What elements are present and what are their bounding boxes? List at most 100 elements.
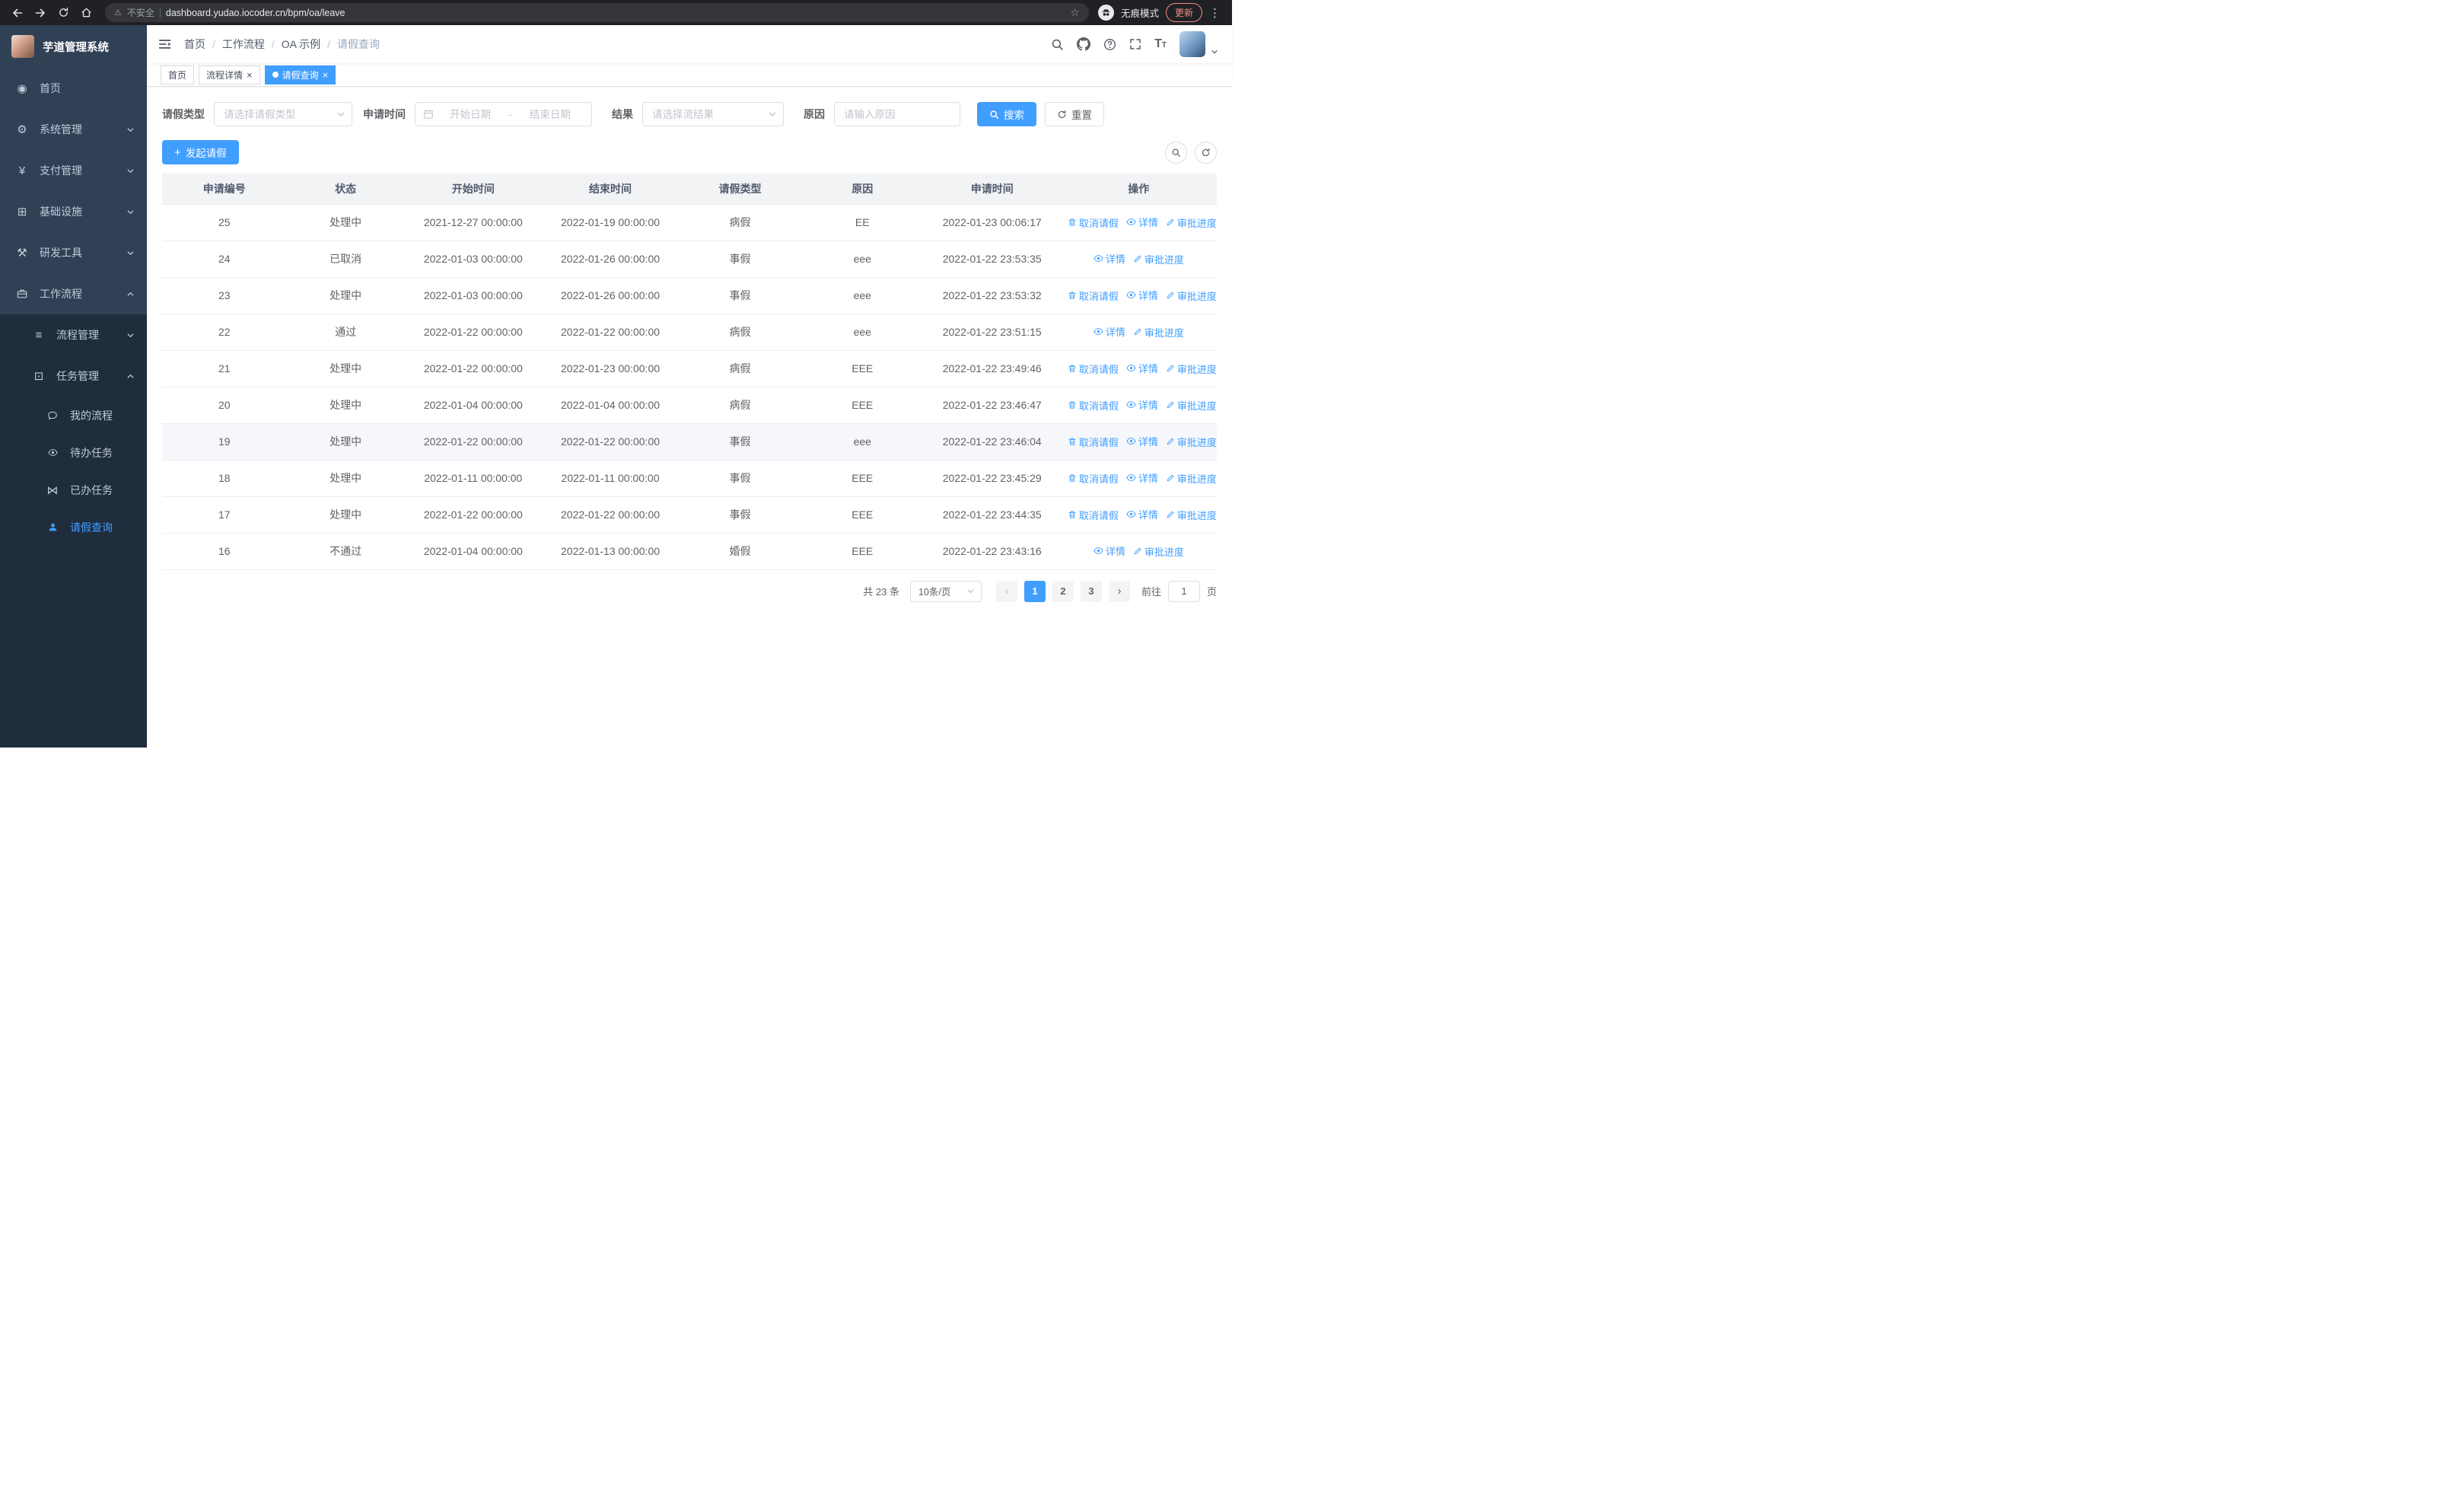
avatar[interactable]	[1179, 31, 1205, 57]
reset-button-label: 重置	[1071, 110, 1092, 121]
sidebar-item-task-mgmt[interactable]: ⊡ 任务管理	[0, 355, 147, 397]
op-progress-link[interactable]: 审批进度	[1133, 252, 1184, 266]
sidebar-item-workflow[interactable]: 工作流程	[0, 273, 147, 314]
fullscreen-icon[interactable]	[1129, 38, 1141, 50]
sidebar-item-infra[interactable]: ⊞ 基础设施	[0, 191, 147, 232]
next-page-button[interactable]: ›	[1108, 580, 1130, 602]
page-button-1[interactable]: 1	[1023, 580, 1046, 602]
goto-page-input[interactable]	[1167, 580, 1200, 602]
op-cancel-link[interactable]: 取消请假	[1068, 508, 1119, 522]
sidebar-item-system[interactable]: ⚙ 系统管理	[0, 109, 147, 150]
op-detail-label: 详情	[1138, 363, 1158, 375]
cell-application-id: 20	[162, 387, 287, 424]
op-cancel-link[interactable]: 取消请假	[1068, 215, 1119, 230]
cell-apply-time: 2022-01-22 23:43:16	[923, 533, 1061, 570]
op-progress-link[interactable]: 审批进度	[1166, 471, 1217, 486]
cell-end-time: 2022-01-23 00:00:00	[541, 350, 680, 387]
sidebar-item-done-task[interactable]: ⋈ 已办任务	[0, 471, 147, 508]
chevron-down-icon	[336, 110, 345, 119]
address-bar[interactable]: ⚠ 不安全 dashboard.yudao.iocoder.cn/bpm/oa/…	[105, 3, 1089, 22]
op-cancel-link[interactable]: 取消请假	[1068, 471, 1119, 486]
op-detail-link[interactable]: 详情	[1094, 324, 1125, 339]
sidebar-item-devtools[interactable]: ⚒ 研发工具	[0, 232, 147, 273]
cell-end-time: 2022-01-22 00:00:00	[541, 314, 680, 351]
browser-menu-icon[interactable]: ⋮	[1209, 6, 1223, 20]
result-label: 结果	[612, 108, 633, 120]
op-cancel-link[interactable]: 取消请假	[1068, 398, 1119, 413]
cell-end-time: 2022-01-26 00:00:00	[541, 277, 680, 314]
op-progress-link[interactable]: 审批进度	[1133, 325, 1184, 339]
page-button-3[interactable]: 3	[1080, 580, 1102, 602]
close-icon[interactable]: ×	[247, 70, 253, 80]
sidebar-item-payment[interactable]: ¥ 支付管理	[0, 150, 147, 191]
sidebar-toggle-icon[interactable]	[158, 37, 172, 51]
bookmark-star-icon[interactable]: ☆	[1070, 6, 1080, 19]
op-progress-label: 审批进度	[1176, 473, 1217, 485]
prev-page-button[interactable]: ‹	[995, 580, 1017, 602]
end-date-input[interactable]	[516, 108, 584, 120]
breadcrumb-item-home[interactable]: 首页	[184, 37, 222, 52]
sidebar-item-home[interactable]: ◉ 首页	[0, 68, 147, 109]
result-select-input[interactable]	[643, 103, 783, 126]
sidebar-logo[interactable]: 芋道管理系统	[0, 25, 147, 68]
breadcrumb-item-oa-example[interactable]: OA 示例	[282, 37, 337, 52]
op-detail-link[interactable]: 详情	[1126, 397, 1158, 412]
browser-reload-icon[interactable]	[53, 3, 73, 23]
browser-forward-icon[interactable]	[30, 3, 50, 23]
sidebar-item-process-mgmt[interactable]: ≡ 流程管理	[0, 314, 147, 355]
table-header-row: 申请编号 状态 开始时间 结束时间 请假类型 原因 申请时间 操作	[162, 174, 1217, 205]
sidebar-menu: ◉ 首页 ⚙ 系统管理 ¥ 支付管理 ⊞ 基础设施 ⚒ 研发工具 工作流程 ≡ 流程管理 ⊡ 任务管理 我的流…	[0, 68, 147, 546]
result-select[interactable]	[642, 102, 784, 126]
help-icon[interactable]	[1103, 38, 1116, 51]
font-size-icon[interactable]: TT	[1154, 38, 1167, 50]
reason-input[interactable]	[834, 102, 960, 126]
sidebar-item-todo-task[interactable]: 待办任务	[0, 434, 147, 471]
sidebar-item-leave-query[interactable]: 请假查询	[0, 508, 147, 546]
tab-leave-query[interactable]: 请假查询 ×	[264, 65, 336, 84]
op-progress-link[interactable]: 审批进度	[1166, 362, 1217, 376]
op-detail-link[interactable]: 详情	[1126, 288, 1158, 302]
op-cancel-link[interactable]: 取消请假	[1068, 362, 1119, 376]
toggle-search-button[interactable]	[1165, 141, 1187, 164]
leave-type-select[interactable]	[214, 102, 352, 126]
apply-time-range-picker[interactable]: -	[415, 102, 592, 126]
browser-back-icon[interactable]	[8, 3, 27, 23]
op-detail-link[interactable]: 详情	[1126, 361, 1158, 375]
op-detail-link[interactable]: 详情	[1094, 251, 1125, 266]
reset-button[interactable]: 重置	[1045, 102, 1104, 126]
op-detail-link[interactable]: 详情	[1126, 434, 1158, 448]
create-leave-button[interactable]: + 发起请假	[162, 140, 239, 164]
browser-home-icon[interactable]	[76, 3, 96, 23]
op-progress-link[interactable]: 审批进度	[1166, 435, 1217, 449]
op-detail-link[interactable]: 详情	[1126, 507, 1158, 521]
op-detail-link[interactable]: 详情	[1126, 215, 1158, 229]
column-reason: 原因	[801, 174, 924, 205]
browser-chrome: ⚠ 不安全 dashboard.yudao.iocoder.cn/bpm/oa/…	[0, 0, 1232, 25]
filter-form: 请假类型 申请时间 - 结果 原因	[162, 102, 1217, 126]
op-detail-link[interactable]: 详情	[1126, 470, 1158, 485]
op-progress-link[interactable]: 审批进度	[1166, 288, 1217, 303]
op-detail-link[interactable]: 详情	[1094, 543, 1125, 558]
leave-type-select-input[interactable]	[215, 103, 352, 126]
op-progress-link[interactable]: 审批进度	[1133, 544, 1184, 559]
op-progress-label: 审批进度	[1176, 290, 1217, 302]
close-icon[interactable]: ×	[323, 70, 329, 80]
sidebar-item-my-process[interactable]: 我的流程	[0, 397, 147, 434]
op-progress-link[interactable]: 审批进度	[1166, 398, 1217, 413]
page-button-2[interactable]: 2	[1052, 580, 1074, 602]
op-progress-link[interactable]: 审批进度	[1166, 508, 1217, 522]
github-icon[interactable]	[1077, 37, 1091, 51]
tab-home[interactable]: 首页	[161, 65, 195, 84]
update-button[interactable]: 更新	[1165, 3, 1202, 22]
page-size-select[interactable]	[909, 580, 982, 602]
breadcrumb-item-current: 请假查询	[337, 38, 380, 50]
refresh-table-button[interactable]	[1195, 141, 1217, 164]
tab-process-detail[interactable]: 流程详情 ×	[199, 65, 260, 84]
breadcrumb-item-workflow[interactable]: 工作流程	[222, 37, 282, 52]
op-cancel-link[interactable]: 取消请假	[1068, 435, 1119, 449]
search-button[interactable]: 搜索	[977, 102, 1036, 126]
op-cancel-link[interactable]: 取消请假	[1068, 288, 1119, 303]
search-icon[interactable]	[1051, 38, 1064, 51]
start-date-input[interactable]	[437, 108, 505, 120]
op-progress-link[interactable]: 审批进度	[1166, 215, 1217, 230]
